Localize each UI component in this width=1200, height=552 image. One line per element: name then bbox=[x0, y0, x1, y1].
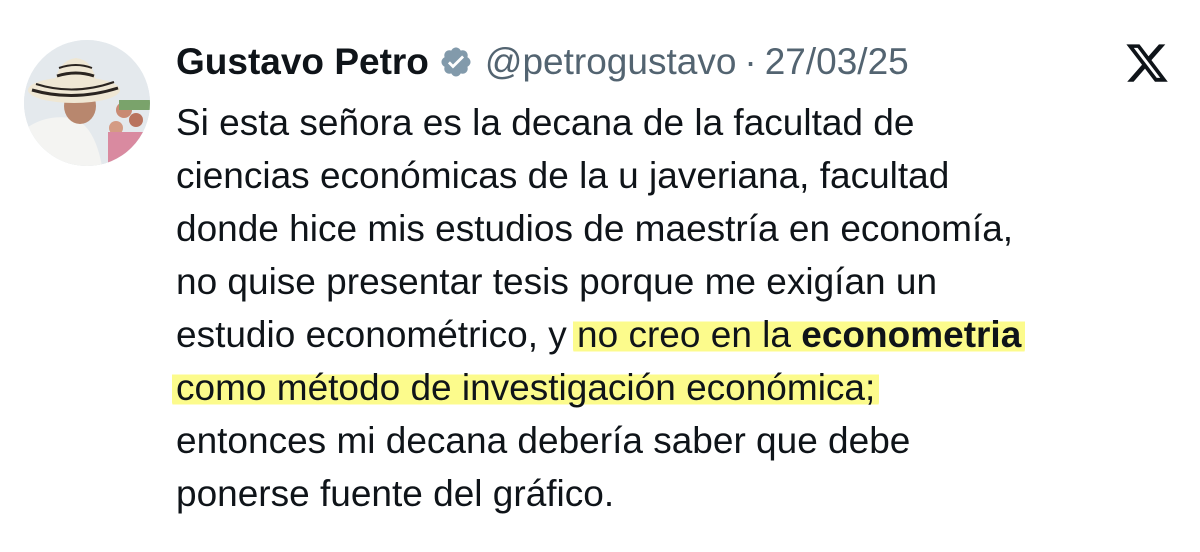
tweet-line: estudio econométrico, y no creo en la ec… bbox=[176, 308, 1176, 361]
highlighted-text-bold: econometria bbox=[801, 314, 1022, 355]
verified-badge-icon bbox=[441, 47, 471, 77]
tweet-line-text: estudio econométrico, y bbox=[176, 314, 578, 355]
highlighted-text: no creo en la econometria bbox=[573, 314, 1026, 355]
avatar[interactable] bbox=[24, 40, 150, 166]
tweet-line: no quise presentar tesis porque me exigí… bbox=[176, 261, 938, 302]
tweet-line: como método de investigación económica; bbox=[172, 361, 1176, 414]
x-logo-icon[interactable] bbox=[1124, 40, 1170, 86]
tweet-line: entonces mi decana debería saber que deb… bbox=[176, 420, 911, 461]
author-handle[interactable]: @petrogustavo bbox=[485, 41, 736, 83]
tweet-date[interactable]: 27/03/25 bbox=[765, 41, 909, 83]
tweet-header: Gustavo Petro @petrogustavo · 27/03/25 bbox=[176, 36, 909, 88]
tweet-text: Si esta señora es la decana de la facult… bbox=[172, 96, 1176, 520]
tweet-line: ponerse fuente del gráfico. bbox=[176, 473, 615, 514]
author-name[interactable]: Gustavo Petro bbox=[176, 41, 429, 83]
tweet-line: Si esta señora es la decana de la facult… bbox=[176, 102, 915, 143]
highlighted-text: como método de investigación económica; bbox=[172, 367, 880, 408]
tweet-line: ciencias económicas de la u javeriana, f… bbox=[176, 155, 950, 196]
tweet-line: donde hice mis estudios de maestría en e… bbox=[176, 208, 1014, 249]
avatar-photo bbox=[24, 40, 150, 166]
highlighted-text-plain: no creo en la bbox=[577, 314, 802, 355]
header-separator: · bbox=[744, 41, 757, 82]
